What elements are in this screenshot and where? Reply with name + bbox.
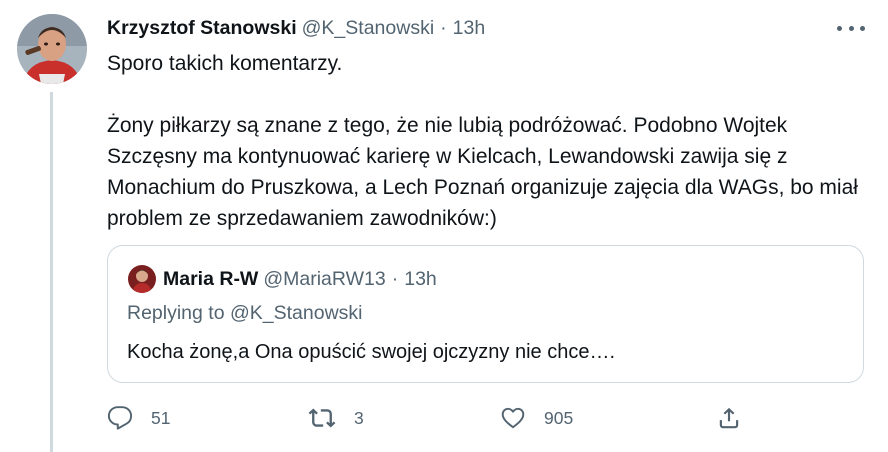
tweet-text-paragraph: Żony piłkarzy są znane z tego, że nie lu… [107, 114, 858, 230]
tweet[interactable]: Krzysztof Stanowski @K_Stanowski · 13h S… [0, 0, 888, 452]
separator-dot: · [440, 16, 447, 39]
author-display-name[interactable]: Krzysztof Stanowski [107, 17, 297, 40]
quoted-tweet-text: Kocha żonę,a Ona opuścić swojej ojczyzny… [127, 341, 616, 363]
separator-dot: · [391, 267, 399, 290]
quoted-author-handle[interactable]: @MariaRW13 [263, 268, 385, 291]
profile-photo-icon [128, 265, 156, 293]
author-avatar[interactable] [17, 14, 87, 84]
author-handle[interactable]: @K_Stanowski [302, 17, 435, 40]
reply-icon [107, 406, 133, 430]
retweet-icon [308, 408, 336, 428]
replying-to-line: Replying to @K_Stanowski [127, 302, 363, 325]
retweet-button[interactable]: 3 [308, 402, 364, 434]
quoted-tweet-timestamp[interactable]: 13h [404, 268, 437, 291]
share-icon [719, 407, 739, 429]
quoted-tweet-header: Maria R-W @MariaRW13 · 13h [163, 264, 437, 294]
retweet-count: 3 [354, 407, 364, 428]
share-button[interactable] [716, 402, 742, 434]
quoted-author-avatar[interactable] [128, 265, 156, 293]
quoted-tweet[interactable]: Maria R-W @MariaRW13 · 13h Replying to @… [107, 245, 864, 383]
like-count: 905 [544, 407, 574, 428]
tweet-text: Sporo takich komentarzy. Żony piłkarzy s… [107, 48, 867, 234]
replying-to-label: Replying to [127, 302, 225, 324]
replying-to-mention[interactable]: @K_Stanowski [230, 302, 363, 324]
quoted-author-display-name[interactable]: Maria R-W [163, 268, 258, 291]
reply-button[interactable]: 51 [107, 402, 170, 434]
thread-line [50, 92, 53, 452]
tweet-actions: 51 3 905 [107, 402, 867, 434]
tweet-text-line: Sporo takich komentarzy. [107, 52, 343, 75]
like-button[interactable]: 905 [500, 402, 573, 434]
heart-icon [501, 407, 525, 429]
tweet-header: Krzysztof Stanowski @K_Stanowski · 13h [107, 14, 485, 42]
profile-photo-icon [17, 14, 87, 84]
reply-count: 51 [151, 407, 171, 428]
more-options-icon[interactable] [837, 20, 865, 36]
tweet-timestamp[interactable]: 13h [453, 17, 486, 40]
